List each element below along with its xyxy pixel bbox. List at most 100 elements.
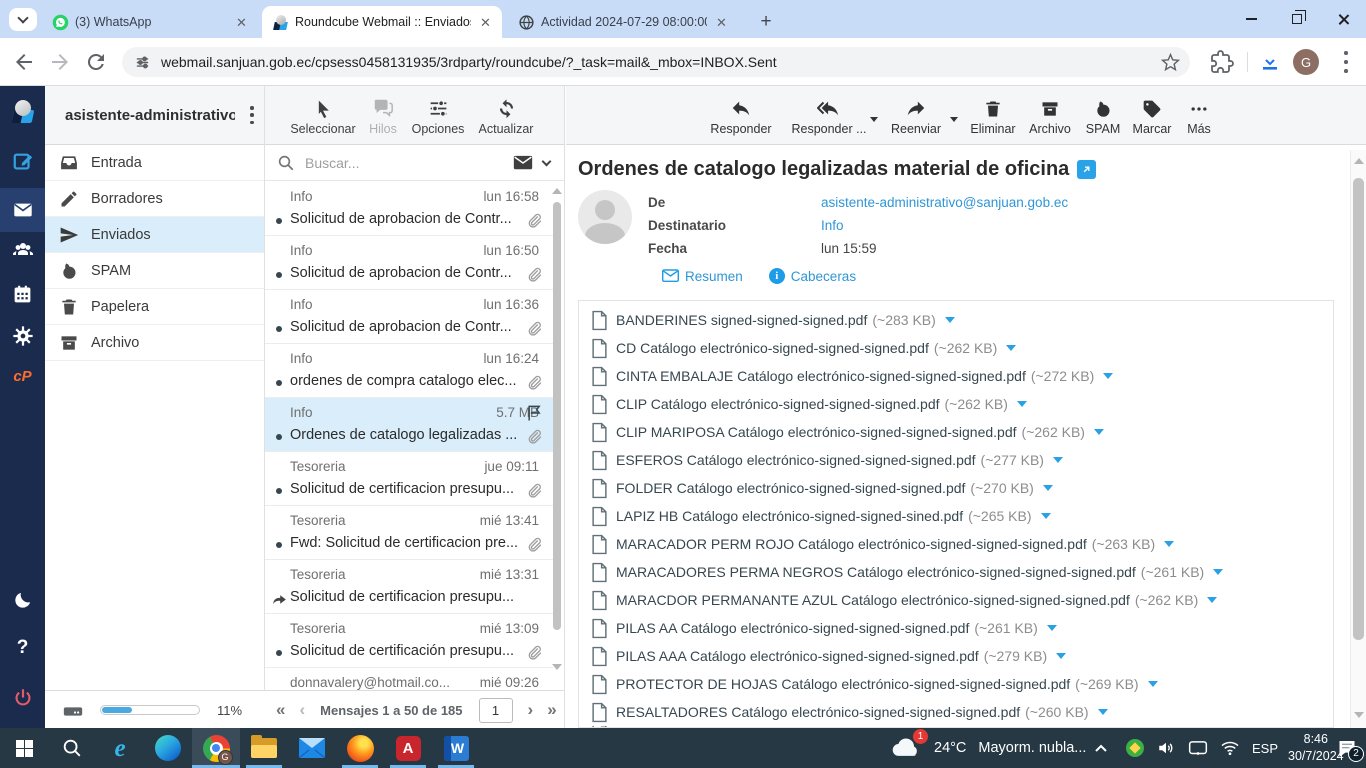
weather-widget[interactable]: 1 24°C Mayorm. nubla... — [890, 728, 1086, 768]
sidebar-item-entrada[interactable]: Entrada — [45, 145, 264, 181]
attachment-name[interactable]: RESALTADORES Catálogo electrónico-signed… — [616, 704, 1020, 720]
browser-menu-icon[interactable] — [1344, 51, 1348, 73]
attachment-menu-caret[interactable] — [1147, 681, 1158, 687]
taskbar-edge-button[interactable] — [144, 728, 192, 768]
minimize-button[interactable] — [1228, 0, 1274, 38]
attachment-row[interactable]: PILAS AAA Catálogo electrónico-signed-si… — [591, 642, 1333, 670]
headers-link[interactable]: Cabeceras — [791, 269, 856, 284]
reply-all-button[interactable]: Responder ... — [784, 95, 878, 136]
rail-calendar-button[interactable] — [0, 272, 45, 316]
sidebar-item-borradores[interactable]: Borradores — [45, 181, 264, 217]
attachment-menu-caret[interactable] — [1046, 625, 1057, 631]
page-input[interactable] — [478, 697, 513, 723]
taskbar-ie-button[interactable]: e — [96, 728, 144, 768]
extensions-icon[interactable] — [1210, 50, 1234, 74]
compose-button[interactable] — [0, 140, 45, 184]
message-row[interactable]: Info lun 16:50 Solicitud de aprobacion d… — [265, 236, 553, 290]
address-bar[interactable]: webmail.sanjuan.gob.ec/cpsess0458131935/… — [122, 47, 1190, 77]
taskbar-word-button[interactable]: W — [432, 728, 480, 768]
from-address-link[interactable]: asistente-administrativo@sanjuan.gob.ec — [821, 195, 1068, 210]
attachment-menu-caret[interactable] — [1164, 541, 1175, 547]
sidebar-item-archivo[interactable]: Archivo — [45, 325, 264, 361]
attachment-menu-caret[interactable] — [1006, 345, 1017, 351]
attachment-name[interactable]: ESFEROS Catálogo electrónico-signed-sign… — [616, 452, 976, 468]
profile-avatar[interactable]: G — [1293, 49, 1319, 75]
attachment-name[interactable]: PROTECTOR DE HOJAS Catálogo electrónico-… — [616, 676, 1070, 692]
tray-wifi-icon[interactable] — [1220, 728, 1240, 768]
tab-actividad[interactable]: Actividad 2024-07-29 08:00:00 ✕ — [508, 6, 738, 38]
summary-link[interactable]: Resumen — [685, 269, 743, 284]
dark-mode-button[interactable] — [0, 578, 45, 622]
attachment-row[interactable]: LAPIZ HB Catálogo electrónico-signed-sig… — [591, 502, 1333, 530]
attachment-name[interactable]: MARACADORES PERMA NEGROS Catálogo electr… — [616, 564, 1136, 580]
message-row[interactable]: Info lun 16:24 ordenes de compra catalog… — [265, 344, 553, 398]
attachment-menu-caret[interactable] — [1016, 401, 1027, 407]
list-scroll-thumb[interactable] — [553, 202, 561, 630]
search-scope-mail-icon[interactable] — [513, 155, 533, 171]
reply-button[interactable]: Responder — [701, 95, 781, 136]
download-icon[interactable] — [1258, 50, 1282, 74]
tray-language[interactable]: ESP — [1252, 728, 1278, 768]
sidebar-item-papelera[interactable]: Papelera — [45, 289, 264, 325]
message-row[interactable]: Tesoreria mié 13:41 Fwd: Solicitud de ce… — [265, 506, 553, 560]
taskbar-explorer-button[interactable] — [240, 728, 288, 768]
tab-close-icon[interactable]: ✕ — [477, 14, 494, 31]
message-row[interactable]: Info 5.7 MB Ordenes de catalogo legaliza… — [265, 398, 553, 452]
attachment-row[interactable]: ESFEROS Catálogo electrónico-signed-sign… — [591, 446, 1333, 474]
attachment-row[interactable]: PROTECTOR DE HOJAS Catálogo electrónico-… — [591, 670, 1333, 698]
close-button[interactable] — [1320, 0, 1366, 38]
attachment-name[interactable]: MARACADOR PERM ROJO Catálogo electrónico… — [616, 536, 1087, 552]
sidebar-item-enviados[interactable]: Enviados — [45, 217, 264, 253]
search-input[interactable] — [305, 154, 513, 171]
taskbar-chrome-button[interactable]: G — [192, 728, 240, 768]
tab-close-icon[interactable]: ✕ — [233, 14, 250, 31]
attachment-menu-caret[interactable] — [1103, 373, 1114, 379]
message-row[interactable]: Info lun 16:58 Solicitud de aprobacion d… — [265, 182, 553, 236]
threads-button[interactable]: Hilos — [359, 95, 407, 136]
rail-mail-button[interactable] — [0, 188, 45, 232]
restore-button[interactable] — [1274, 0, 1320, 38]
attachment-row[interactable]: CLIP MARIPOSA Catálogo electrónico-signe… — [591, 418, 1333, 446]
message-row[interactable]: Info lun 16:36 Solicitud de aprobacion d… — [265, 290, 553, 344]
tray-clock[interactable]: 8:46 30/7/2024 — [1288, 728, 1344, 768]
rail-cpanel-button[interactable]: cP — [0, 354, 45, 398]
attachment-menu-caret[interactable] — [1052, 457, 1063, 463]
attachment-name[interactable]: LAPIZ HB Catálogo electrónico-signed-sig… — [616, 508, 963, 524]
attachment-name[interactable]: CLIP Catálogo electrónico-signed-signed-… — [616, 396, 940, 412]
folder-menu-icon[interactable] — [250, 106, 254, 124]
attachment-row[interactable]: MARACDOR PERMANANTE AZUL Catálogo electr… — [591, 586, 1333, 614]
tab-roundcube[interactable]: Roundcube Webmail :: Enviados ✕ — [262, 6, 502, 38]
attachment-row[interactable]: PILAS AA Catálogo electrónico-signed-sig… — [591, 614, 1333, 642]
taskbar-search-button[interactable] — [48, 728, 96, 768]
attachment-menu-caret[interactable] — [1093, 429, 1104, 435]
list-scrollbar[interactable] — [552, 186, 562, 686]
select-button[interactable]: Seleccionar — [287, 95, 359, 136]
action-center-button[interactable]: 2 — [1337, 728, 1364, 768]
mark-button[interactable]: Marcar — [1122, 95, 1182, 136]
attachment-name[interactable]: CLIP MARIPOSA Catálogo electrónico-signe… — [616, 424, 1017, 440]
tray-chevron-button[interactable] — [1094, 728, 1108, 768]
search-options-chevron[interactable] — [541, 156, 552, 167]
message-row[interactable]: Tesoreria jue 09:11 Solicitud de certifi… — [265, 452, 553, 506]
attachment-row[interactable]: CINTA EMBALAJE Catálogo electrónico-sign… — [591, 362, 1333, 390]
attachment-name[interactable]: CD Catálogo electrónico-signed-signed-si… — [616, 340, 929, 356]
open-in-new-window-icon[interactable] — [1077, 160, 1097, 179]
tray-volume-icon[interactable] — [1156, 728, 1176, 768]
sidebar-item-spam[interactable]: SPAM — [45, 253, 264, 289]
message-row[interactable]: donnavalery@hotmail.co... mié 09:26 — [265, 668, 553, 690]
rail-contacts-button[interactable] — [0, 228, 45, 272]
scroll-down-icon[interactable] — [552, 664, 562, 670]
taskbar-firefox-button[interactable] — [336, 728, 384, 768]
attachment-name[interactable]: BANDERINES signed-signed-signed.pdf — [616, 312, 867, 328]
scroll-up-icon[interactable] — [1354, 158, 1364, 164]
attachment-row[interactable]: RESALTADORES Catálogo electrónico-signed… — [591, 698, 1333, 726]
roundcube-logo[interactable] — [0, 90, 45, 134]
attachment-menu-caret[interactable] — [1056, 653, 1067, 659]
attachment-menu-caret[interactable] — [1042, 485, 1053, 491]
mail-scroll-thumb[interactable] — [1353, 178, 1364, 640]
next-page-button[interactable]: › — [521, 700, 541, 720]
attachment-menu-caret[interactable] — [1097, 709, 1108, 715]
attachment-row[interactable]: MARACADOR PERM ROJO Catálogo electrónico… — [591, 530, 1333, 558]
attachment-name[interactable]: CINTA EMBALAJE Catálogo electrónico-sign… — [616, 368, 1026, 384]
rail-settings-button[interactable] — [0, 314, 45, 358]
